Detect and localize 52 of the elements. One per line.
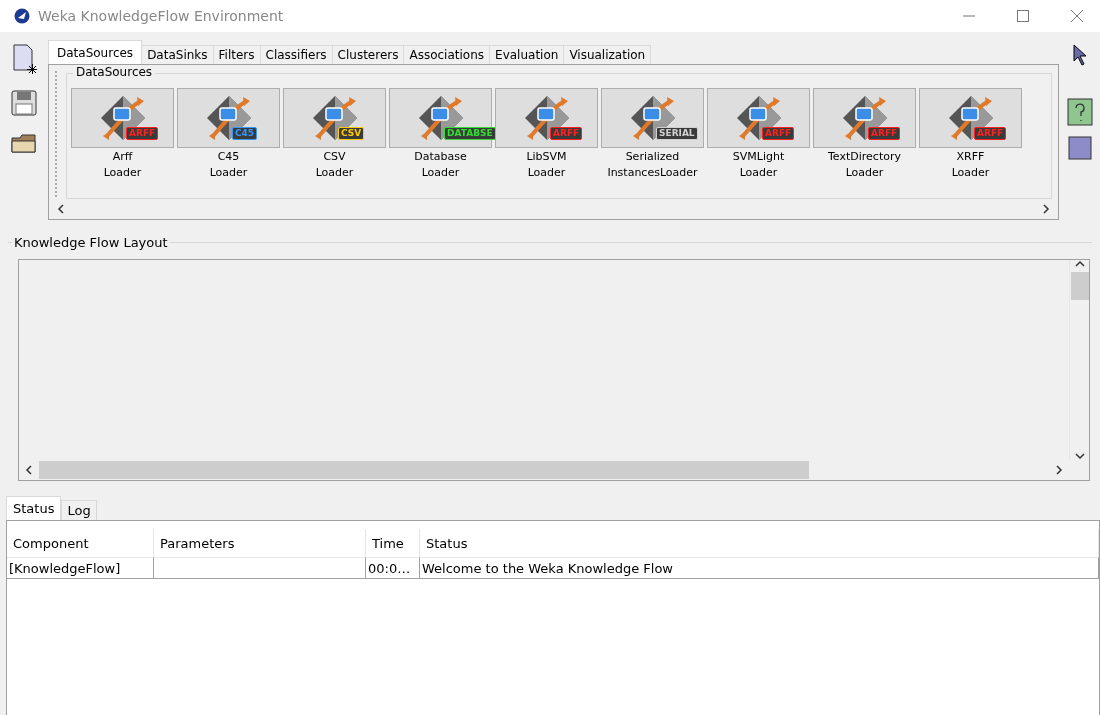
loader-button[interactable]: DATABSE <box>389 88 492 148</box>
scroll-left-icon[interactable] <box>57 204 65 214</box>
column-header[interactable]: Time <box>366 529 420 557</box>
app-logo-icon <box>14 8 30 24</box>
badge-label: ARFF <box>550 127 583 140</box>
save-icon[interactable] <box>11 90 37 116</box>
column-header[interactable]: Status <box>420 529 1099 557</box>
loader-label: SVMLight Loader <box>732 149 785 181</box>
loader-label: CSV Loader <box>315 149 354 181</box>
scroll-left-icon[interactable] <box>25 465 33 475</box>
log-tab[interactable]: Status <box>6 496 62 520</box>
scroll-up-icon[interactable] <box>1074 260 1085 268</box>
scroll-thumb[interactable] <box>1070 272 1089 300</box>
badge-label: DATABSE <box>444 127 496 140</box>
loader-label: LibSVM Loader <box>526 149 567 181</box>
loader-label: C45 Loader <box>209 149 248 181</box>
vertical-scrollbar[interactable] <box>1069 260 1089 460</box>
column-header[interactable]: Component <box>7 529 154 557</box>
badge-label: ARFF <box>126 127 159 140</box>
loader-button[interactable]: CSV <box>283 88 386 148</box>
close-icon[interactable] <box>1071 10 1083 22</box>
loader-label: Arff Loader <box>103 149 142 181</box>
new-document-icon[interactable] <box>11 44 37 74</box>
palette-tab[interactable]: DataSources <box>48 40 143 64</box>
pointer-icon[interactable] <box>1072 44 1088 66</box>
loader-label: Database Loader <box>414 149 467 181</box>
palette-tab[interactable]: Visualization <box>563 45 652 64</box>
maximize-icon[interactable] <box>1017 10 1029 22</box>
badge-label: C45 <box>232 127 258 140</box>
badge-label: CSV <box>338 127 365 140</box>
group-title: DataSources <box>73 65 156 79</box>
section-title: Knowledge Flow Layout <box>12 235 170 250</box>
column-header[interactable]: Parameters <box>154 529 366 557</box>
help-icon[interactable] <box>1067 98 1093 126</box>
loader-label: Serialized InstancesLoader <box>607 149 698 181</box>
scroll-right-icon[interactable] <box>1055 465 1063 475</box>
loader-label: XRFF Loader <box>951 149 990 181</box>
folder-icon[interactable] <box>11 132 37 154</box>
scroll-down-icon[interactable] <box>1074 452 1085 460</box>
table-cell: [KnowledgeFlow] <box>7 557 154 579</box>
badge-label: ARFF <box>974 127 1007 140</box>
window-title: Weka KnowledgeFlow Environment <box>38 8 285 24</box>
loader-button[interactable]: SERIAL <box>601 88 704 148</box>
table-cell: Welcome to the Weka Knowledge Flow <box>420 557 1099 579</box>
loader-label: TextDirectory Loader <box>828 149 901 181</box>
scroll-thumb[interactable] <box>39 461 809 479</box>
badge-label: ARFF <box>868 127 901 140</box>
loader-button[interactable]: C45 <box>177 88 280 148</box>
badge-label: ARFF <box>762 127 795 140</box>
scroll-right-icon[interactable] <box>1042 204 1050 214</box>
table-cell: 00:0… <box>366 557 420 579</box>
badge-label: SERIAL <box>656 127 698 140</box>
